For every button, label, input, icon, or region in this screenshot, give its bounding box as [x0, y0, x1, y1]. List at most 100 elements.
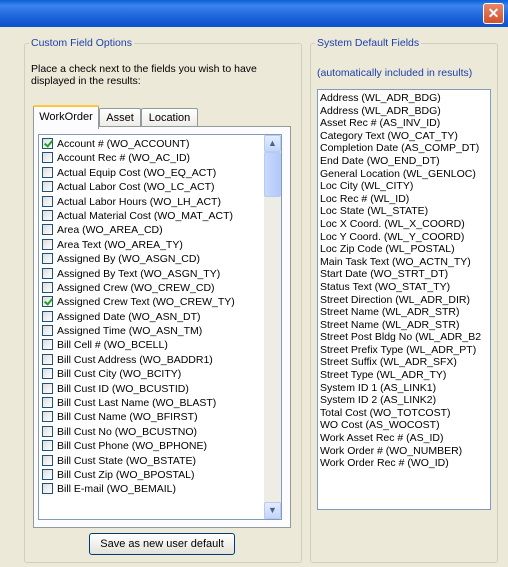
field-checkbox[interactable]	[42, 224, 53, 236]
field-checkbox[interactable]	[42, 325, 53, 337]
system-default-item: Asset Rec # (AS_INV_ID)	[320, 117, 441, 130]
field-list-item[interactable]: Assigned Crew Text (WO_CREW_TY)	[39, 295, 263, 309]
field-label: Bill E-mail (WO_BEMAIL)	[57, 483, 177, 496]
scroll-down-button[interactable]: ▼	[264, 502, 281, 519]
field-list-item[interactable]: Bill Cust Address (WO_BADDR1)	[39, 353, 263, 367]
system-default-item: System ID 2 (AS_LINK2)	[320, 394, 437, 407]
close-button[interactable]: ✕	[483, 3, 504, 24]
field-checkbox[interactable]	[42, 425, 53, 437]
system-default-caption: (automatically included in results)	[317, 67, 473, 79]
tab-asset[interactable]: Asset	[99, 108, 141, 127]
tab-location-label: Location	[148, 112, 191, 124]
field-list-item[interactable]: Account # (WO_ACCOUNT)	[39, 137, 263, 151]
tab-location[interactable]: Location	[141, 108, 198, 127]
field-label: Bill Cust State (WO_BSTATE)	[57, 454, 197, 467]
field-label: Assigned Date (WO_ASN_DT)	[57, 310, 201, 323]
field-list-item[interactable]: Bill Cust City (WO_BCITY)	[39, 367, 263, 381]
system-default-item: Category Text (WO_CAT_TY)	[320, 129, 458, 142]
system-default-item: Street Name (WL_ADR_STR)	[320, 318, 460, 331]
field-list-item[interactable]: Bill Cust ID (WO_BCUSTID)	[39, 382, 263, 396]
field-label: Bill Cust ID (WO_BCUSTID)	[57, 382, 189, 395]
field-list-item[interactable]: Assigned Time (WO_ASN_TM)	[39, 324, 263, 338]
field-list-item[interactable]: Assigned Date (WO_ASN_DT)	[39, 310, 263, 324]
system-default-item: Total Cost (WO_TOTCOST)	[320, 406, 451, 419]
workorder-tab-panel: Account # (WO_ACCOUNT) Account Rec # (WO_…	[33, 126, 291, 528]
field-checkbox[interactable]	[42, 152, 53, 164]
custom-field-options-legend: Custom Field Options	[31, 37, 132, 49]
field-label: Actual Equip Cost (WO_EQ_ACT)	[57, 166, 217, 179]
tab-workorder-label: WorkOrder	[39, 111, 93, 123]
field-label: Actual Material Cost (WO_MAT_ACT)	[57, 209, 234, 222]
field-list-item[interactable]: Assigned Crew (WO_CREW_CD)	[39, 281, 263, 295]
field-checkbox[interactable]	[42, 238, 53, 250]
field-label: Bill Cust Last Name (WO_BLAST)	[57, 397, 217, 410]
system-default-item: Street Type (WL_ADR_TY)	[320, 369, 447, 382]
system-default-item: Street Post Bldg No (WL_ADR_B2	[320, 331, 482, 344]
field-checkbox[interactable]	[42, 253, 53, 265]
field-list-item[interactable]: Actual Labor Hours (WO_LH_ACT)	[39, 195, 263, 209]
field-checkbox[interactable]	[42, 397, 53, 409]
field-label: Account # (WO_ACCOUNT)	[57, 138, 190, 150]
field-list-item[interactable]: Bill Cust No (WO_BCUSTNO)	[39, 425, 263, 439]
field-checkbox[interactable]	[42, 468, 53, 480]
field-label: Assigned Time (WO_ASN_TM)	[57, 325, 203, 338]
field-checkbox[interactable]	[42, 138, 53, 149]
field-label: Actual Labor Cost (WO_LC_ACT)	[57, 181, 215, 194]
tab-workorder[interactable]: WorkOrder	[33, 105, 99, 129]
field-list-item[interactable]: Account Rec # (WO_AC_ID)	[39, 151, 263, 165]
field-checkbox[interactable]	[42, 440, 53, 452]
field-checkbox[interactable]	[42, 454, 53, 466]
field-list-item[interactable]: Assigned By Text (WO_ASGN_TY)	[39, 267, 263, 281]
field-checklist-items: Account # (WO_ACCOUNT) Account Rec # (WO_…	[39, 137, 263, 497]
system-default-item: Loc State (WL_STATE)	[320, 205, 429, 218]
field-checkbox[interactable]	[42, 267, 53, 279]
field-checkbox[interactable]	[42, 339, 53, 351]
field-checkbox[interactable]	[42, 353, 53, 365]
save-user-default-button[interactable]: Save as new user default	[89, 533, 235, 555]
field-list-item[interactable]: Assigned By (WO_ASGN_CD)	[39, 252, 263, 266]
field-list-item[interactable]: Bill Cust Zip (WO_BPOSTAL)	[39, 468, 263, 482]
system-default-fields-group: System Default Fields (automatically inc…	[310, 37, 498, 563]
field-checkbox[interactable]	[42, 281, 53, 293]
scroll-up-button[interactable]: ▲	[264, 135, 281, 152]
system-default-item: Loc X Coord. (WL_X_COORD)	[320, 217, 465, 230]
field-list-item[interactable]: Area Text (WO_AREA_TY)	[39, 238, 263, 252]
field-checklist[interactable]: Account # (WO_ACCOUNT) Account Rec # (WO_…	[38, 134, 282, 520]
system-default-item: Street Direction (WL_ADR_DIR)	[320, 293, 470, 306]
field-list-item[interactable]: Actual Equip Cost (WO_EQ_ACT)	[39, 166, 263, 180]
field-checkbox[interactable]	[42, 195, 53, 207]
field-label: Assigned By (WO_ASGN_CD)	[57, 253, 200, 266]
field-label: Account Rec # (WO_AC_ID)	[57, 152, 191, 165]
system-default-item: Work Order # (WO_NUMBER)	[320, 444, 463, 457]
field-checkbox[interactable]	[42, 209, 53, 221]
field-checkbox[interactable]	[42, 368, 53, 380]
field-list-item[interactable]: Bill Cust Phone (WO_BPHONE)	[39, 439, 263, 453]
field-checkbox[interactable]	[42, 166, 53, 178]
system-default-item: Address (WL_ADR_BDG)	[320, 92, 441, 104]
system-default-item: Completion Date (AS_COMP_DT)	[320, 142, 480, 155]
field-list-item[interactable]: Actual Material Cost (WO_MAT_ACT)	[39, 209, 263, 223]
field-checklist-scrollbar[interactable]: ▲ ▼	[264, 135, 281, 519]
system-default-items: Address (WL_ADR_BDG) Address (WL_ADR_BDG)…	[318, 90, 490, 470]
field-checkbox[interactable]	[42, 411, 53, 423]
field-list-item[interactable]: Bill Cust State (WO_BSTATE)	[39, 454, 263, 468]
field-label: Area Text (WO_AREA_TY)	[57, 238, 183, 251]
field-list-item[interactable]: Bill Cust Name (WO_BFIRST)	[39, 410, 263, 424]
field-checkbox[interactable]	[42, 310, 53, 322]
field-checkbox[interactable]	[42, 181, 53, 193]
scroll-thumb[interactable]	[264, 152, 281, 197]
field-checkbox[interactable]	[42, 483, 53, 495]
title-bar: ✕	[0, 0, 508, 27]
field-list-item[interactable]: Actual Labor Cost (WO_LC_ACT)	[39, 180, 263, 194]
field-checkbox[interactable]	[42, 382, 53, 394]
field-list-item[interactable]: Area (WO_AREA_CD)	[39, 223, 263, 237]
field-list-item[interactable]: Bill Cust Last Name (WO_BLAST)	[39, 396, 263, 410]
field-list-item[interactable]: Bill E-mail (WO_BEMAIL)	[39, 482, 263, 496]
field-list-item[interactable]: Bill Cell # (WO_BCELL)	[39, 338, 263, 352]
instructions-text: Place a check next to the fields you wis…	[31, 63, 257, 87]
field-label: Bill Cust Phone (WO_BPHONE)	[57, 440, 207, 453]
field-checkbox[interactable]	[42, 296, 53, 308]
field-label: Area (WO_AREA_CD)	[57, 224, 163, 237]
system-default-item: Street Name (WL_ADR_STR)	[320, 306, 460, 319]
field-label: Bill Cust Address (WO_BADDR1)	[57, 353, 213, 366]
